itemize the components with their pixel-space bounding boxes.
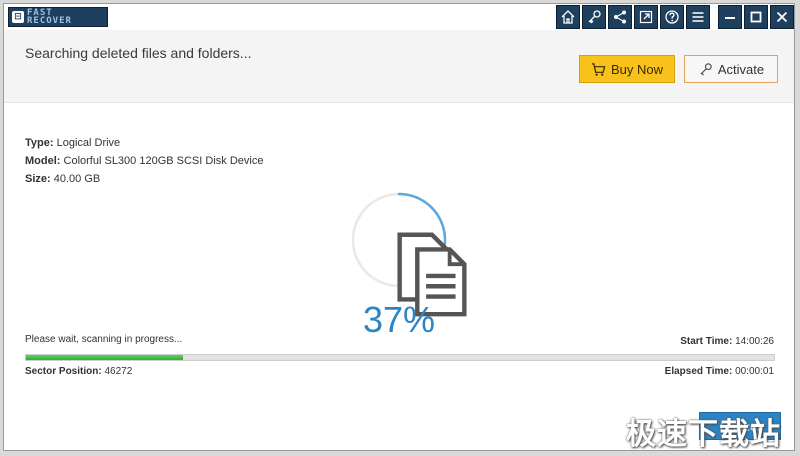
drive-size-label: Size: <box>25 173 51 185</box>
logo-text: FAST RECOVER <box>27 9 72 26</box>
export-icon <box>639 10 653 24</box>
share-button[interactable] <box>608 5 632 29</box>
help-button[interactable] <box>660 5 684 29</box>
cancel-button[interactable]: Cancel <box>699 412 781 440</box>
drive-type-label: Type: <box>25 137 54 149</box>
elapsed-time-value: 00:00:01 <box>735 366 774 377</box>
share-icon <box>614 10 626 24</box>
start-time-label: Start Time: <box>680 336 733 347</box>
key-icon <box>588 10 601 24</box>
cart-icon <box>591 62 606 77</box>
key-button[interactable] <box>582 5 606 29</box>
elapsed-time: Elapsed Time: 00:00:01 <box>665 366 774 377</box>
logo-line-2: RECOVER <box>27 16 72 26</box>
minimize-icon <box>725 17 735 19</box>
minimize-button[interactable] <box>718 5 742 29</box>
buy-now-label: Buy Now <box>610 61 664 77</box>
menu-button[interactable] <box>686 5 710 29</box>
app-window: ⊟ FAST RECOVER Buy Now Activate Searchin… <box>3 3 795 451</box>
app-logo: ⊟ FAST RECOVER <box>8 7 108 27</box>
drive-size-row: Size: 40.00 GB <box>25 170 263 188</box>
close-button[interactable] <box>770 5 794 29</box>
menu-icon <box>692 12 704 22</box>
sector-position-label: Sector Position: <box>25 366 102 377</box>
scan-progress-fill <box>26 355 184 360</box>
export-button[interactable] <box>634 5 658 29</box>
drive-type-row: Type: Logical Drive <box>25 134 263 152</box>
help-icon <box>665 10 679 24</box>
title-bar-icons <box>554 5 794 29</box>
scan-percent: 37% <box>362 299 436 340</box>
start-time: Start Time: 14:00:26 <box>680 336 774 347</box>
scan-status-text: Please wait, scanning in progress... <box>25 334 183 345</box>
drive-model-label: Model: <box>25 155 61 167</box>
sector-position: Sector Position: 46272 <box>25 366 132 377</box>
drive-model-value: Colorful SL300 120GB SCSI Disk Device <box>63 155 264 167</box>
close-icon <box>776 11 788 23</box>
start-time-value: 14:00:26 <box>735 336 774 347</box>
drive-type-value: Logical Drive <box>56 137 121 149</box>
elapsed-time-label: Elapsed Time: <box>664 366 733 377</box>
activate-button[interactable]: Activate <box>684 55 778 83</box>
activate-label: Activate <box>717 61 765 77</box>
maximize-icon <box>750 11 762 23</box>
buy-now-button[interactable]: Buy Now <box>579 55 675 83</box>
scan-progress-bar <box>25 354 775 361</box>
drive-size-value: 40.00 GB <box>53 173 101 185</box>
drive-model-row: Model: Colorful SL300 120GB SCSI Disk De… <box>25 152 263 170</box>
key-icon <box>698 62 713 77</box>
home-icon <box>561 10 575 24</box>
maximize-button[interactable] <box>744 5 768 29</box>
scan-ring <box>349 190 467 317</box>
title-bar: ⊟ FAST RECOVER <box>4 4 794 30</box>
disk-recovery-logo-icon: ⊟ <box>12 11 24 23</box>
home-button[interactable] <box>556 5 580 29</box>
drive-info: Type: Logical Drive Model: Colorful SL30… <box>25 134 263 188</box>
header-panel: Buy Now Activate <box>4 30 794 103</box>
page-title: Searching deleted files and folders... <box>25 45 252 61</box>
sector-position-value: 46272 <box>104 366 133 377</box>
